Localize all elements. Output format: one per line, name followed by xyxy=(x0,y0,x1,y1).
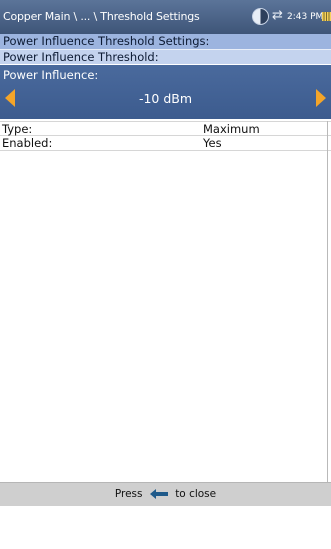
selector-value: -10 dBm xyxy=(138,91,193,106)
breadcrumb[interactable]: Copper Main \ ... \ Threshold Settings xyxy=(3,10,200,23)
selector-label: Power Influence: xyxy=(3,68,99,82)
swap-arrows-icon: ⇄ xyxy=(272,8,283,23)
field-enabled[interactable]: Enabled: Yes xyxy=(0,136,331,151)
close-hint: Press to close xyxy=(0,488,331,500)
battery-icon xyxy=(322,12,331,21)
field-type[interactable]: Type: Maximum xyxy=(0,121,331,136)
subsection-title: Power Influence Threshold: xyxy=(0,49,331,64)
field-type-label: Type: xyxy=(2,122,33,136)
power-influence-selector[interactable]: Power Influence: -10 dBm xyxy=(0,65,331,119)
footer-close-text: to close xyxy=(175,488,217,500)
field-enabled-value: Yes xyxy=(203,136,222,150)
section-title: Power Influence Threshold Settings: xyxy=(0,34,331,49)
field-type-value: Maximum xyxy=(203,122,260,136)
clock-time: 2:43 PM xyxy=(287,12,324,22)
title-bar: Copper Main \ ... \ Threshold Settings ⇄… xyxy=(0,0,331,34)
globe-icon[interactable] xyxy=(252,8,269,25)
scrollbar-track[interactable] xyxy=(327,121,328,482)
arrow-right-icon[interactable] xyxy=(316,89,326,107)
footer-bar: Press to close xyxy=(0,482,331,506)
footer-press-text: Press xyxy=(114,488,143,500)
field-enabled-label: Enabled: xyxy=(2,136,53,150)
back-arrow-icon xyxy=(149,489,168,499)
